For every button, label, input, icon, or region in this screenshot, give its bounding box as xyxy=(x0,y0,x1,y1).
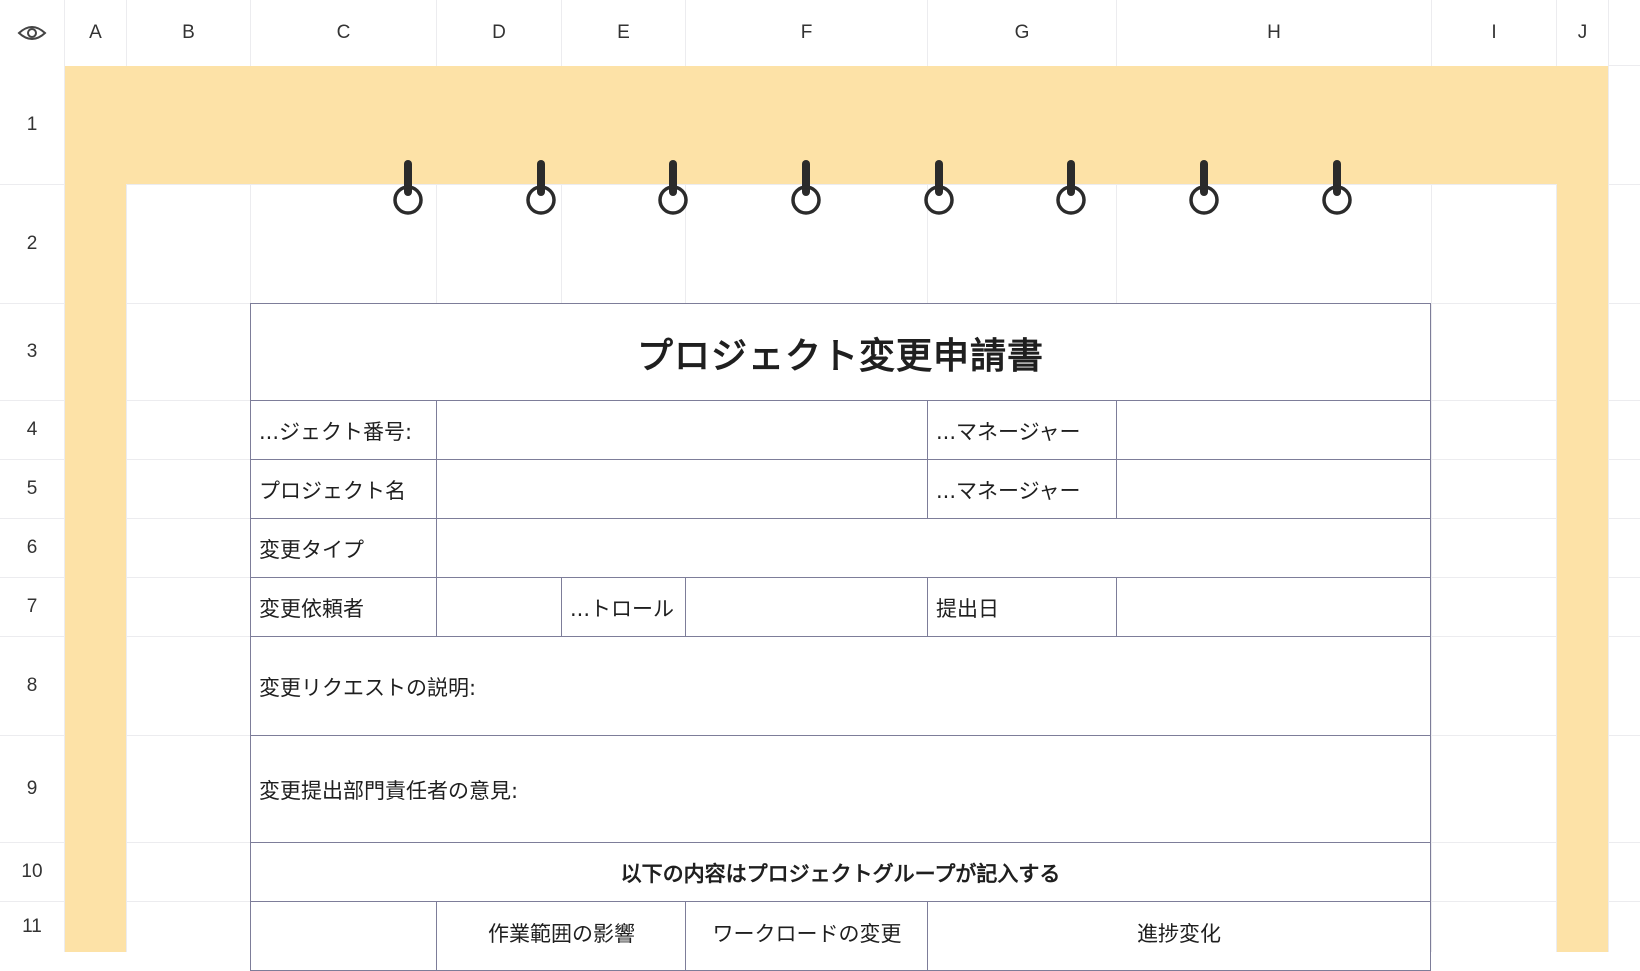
binder-ring-icon xyxy=(526,160,556,215)
frame-band-top xyxy=(65,66,1608,184)
impact-label-cell[interactable] xyxy=(250,901,438,971)
row-header-1[interactable]: 1 xyxy=(0,66,64,184)
project-name-label[interactable]: プロジェクト名 xyxy=(250,459,438,520)
row-header-3[interactable]: 3 xyxy=(0,304,64,400)
binder-ring-icon xyxy=(1056,160,1086,215)
workload-change-header[interactable]: ワークロードの変更 xyxy=(685,901,929,971)
column-header-g[interactable]: G xyxy=(928,0,1116,66)
column-header-d[interactable]: D xyxy=(437,0,561,66)
binder-ring-icon xyxy=(1322,160,1352,215)
eye-icon[interactable] xyxy=(17,24,47,42)
change-type-label[interactable]: 変更タイプ xyxy=(250,518,438,579)
manager-input-2[interactable] xyxy=(1116,459,1431,520)
binder-ring-icon xyxy=(1189,160,1219,215)
submit-date-input[interactable] xyxy=(1116,577,1431,638)
row-header-7[interactable]: 7 xyxy=(0,578,64,636)
manager-label-2[interactable]: ...マネージャー xyxy=(927,459,1118,520)
description-cell[interactable]: 変更リクエストの説明: xyxy=(250,636,1431,737)
binder-ring-icon xyxy=(791,160,821,215)
project-number-label[interactable]: ...ジェクト番号: xyxy=(250,400,438,461)
column-header-b[interactable]: B xyxy=(127,0,250,66)
column-header-e[interactable]: E xyxy=(562,0,685,66)
binder-ring-icon xyxy=(393,160,423,215)
frame-band-right xyxy=(1557,184,1608,952)
column-header-h[interactable]: H xyxy=(1117,0,1431,66)
submit-date-label[interactable]: 提出日 xyxy=(927,577,1118,638)
row-header-2[interactable]: 2 xyxy=(0,185,64,303)
row-header-11[interactable]: 11 xyxy=(0,902,64,952)
binder-ring-icon xyxy=(924,160,954,215)
column-header-c[interactable]: C xyxy=(251,0,436,66)
control-label[interactable]: ...トロール xyxy=(561,577,687,638)
row-header-6[interactable]: 6 xyxy=(0,519,64,577)
manager-input-1[interactable] xyxy=(1116,400,1431,461)
row-header-5[interactable]: 5 xyxy=(0,460,64,518)
binder-ring-icon xyxy=(658,160,688,215)
requester-label[interactable]: 変更依頼者 xyxy=(250,577,438,638)
column-header-i[interactable]: I xyxy=(1432,0,1556,66)
row-header-4[interactable]: 4 xyxy=(0,401,64,459)
manager-label-1[interactable]: ...マネージャー xyxy=(927,400,1118,461)
opinion-cell[interactable]: 変更提出部門責任者の意見: xyxy=(250,735,1431,844)
project-number-input[interactable] xyxy=(436,400,929,461)
column-header-f[interactable]: F xyxy=(686,0,927,66)
form-title-cell[interactable]: プロジェクト変更申請書 xyxy=(250,303,1431,402)
control-input[interactable] xyxy=(685,577,929,638)
row-header-10[interactable]: 10 xyxy=(0,843,64,901)
row-header-8[interactable]: 8 xyxy=(0,637,64,735)
project-name-input[interactable] xyxy=(436,459,929,520)
scope-impact-header[interactable]: 作業範囲の影響 xyxy=(436,901,687,971)
row-header-9[interactable]: 9 xyxy=(0,736,64,842)
select-all-corner[interactable] xyxy=(0,0,64,66)
column-header-a[interactable]: A xyxy=(65,0,126,66)
requester-input[interactable] xyxy=(436,577,563,638)
section-header-cell[interactable]: 以下の内容はプロジェクトグループが記入する xyxy=(250,842,1431,903)
change-type-input[interactable] xyxy=(436,518,1431,579)
column-header-j[interactable]: J xyxy=(1557,0,1608,66)
frame-band-left xyxy=(65,184,126,952)
progress-change-header[interactable]: 進捗変化 xyxy=(927,901,1431,971)
